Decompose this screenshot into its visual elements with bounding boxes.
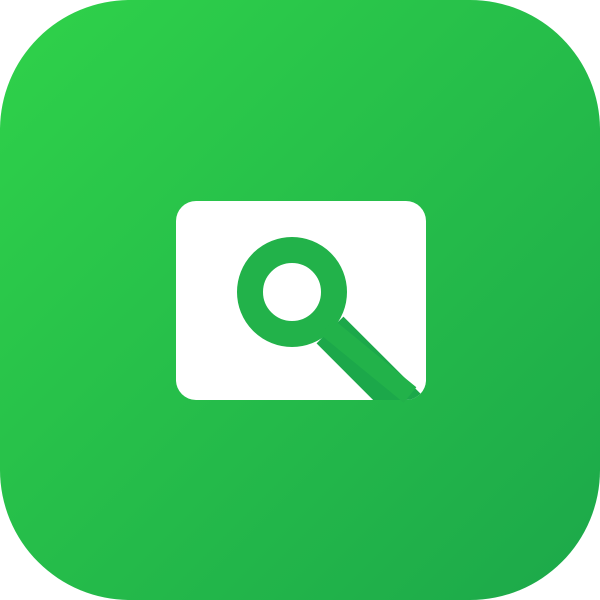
app-icon[interactable] xyxy=(0,0,600,600)
image-search-icon xyxy=(176,201,426,403)
